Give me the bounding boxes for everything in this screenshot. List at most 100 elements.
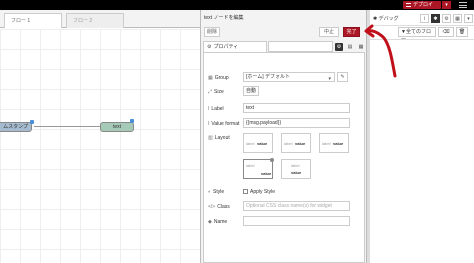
config-icon[interactable]: ⚙ <box>442 14 451 23</box>
layout-label: ▥ Layout <box>208 135 230 141</box>
output-port[interactable] <box>30 120 34 124</box>
debug-icon[interactable]: ✱ <box>431 14 440 23</box>
tab-label: フロー 2 <box>73 18 93 24</box>
size-label: ⤢ Size <box>208 89 224 95</box>
label-input[interactable]: text <box>243 103 350 113</box>
filter-icon: ⌫ <box>442 29 450 35</box>
delete-button[interactable]: 削除 <box>204 27 220 37</box>
hamburger-icon[interactable] <box>459 2 467 8</box>
edit-group-button[interactable]: ✎ <box>337 72 348 82</box>
description-icon[interactable]: ▤ <box>346 43 354 51</box>
gear-icon: ⚙ <box>207 44 212 50</box>
deploy-label: デプロイ <box>413 2 434 8</box>
debug-sidebar: ✱ デバッグ i ✱ ⚙ ▦ ▾ ▼全てのフロー ⌫ 🗑 <box>370 10 474 263</box>
divider <box>370 39 474 40</box>
chevron-down-icon: ▾ <box>328 76 331 82</box>
properties-form: ▦ Group [ホーム] デフォルト ▾ ✎ ⤢ Size 自動 I Label t… <box>203 52 365 263</box>
tag-icon: ◆ <box>208 219 212 225</box>
selected-indicator <box>270 158 274 162</box>
style-label: ◐ Style <box>208 189 224 195</box>
workspace-tabbar: フロー 1 フロー 2 <box>0 10 200 28</box>
class-label: </> Class <box>208 204 230 210</box>
deploy-icon <box>406 3 411 7</box>
label-text: Group <box>214 75 229 81</box>
deploy-button[interactable]: デプロイ <box>403 1 441 9</box>
inject-node[interactable]: ムスタンプ <box>0 122 32 132</box>
group-value: [ホーム] デフォルト <box>246 74 291 80</box>
layout-option-value: value <box>295 141 306 146</box>
layout-option-label: label <box>291 163 300 168</box>
tab-properties[interactable]: ⚙ プロパティ <box>203 41 267 52</box>
label-text: Value format <box>211 121 240 127</box>
tab-flow-1[interactable]: フロー 1 <box>4 13 62 28</box>
tab-strip-spacer <box>268 41 333 52</box>
editor-title: text ノードを編集 <box>204 15 244 21</box>
tab-flow-2[interactable]: フロー 2 <box>66 13 124 28</box>
palette-icon: ◐ <box>208 189 212 195</box>
layout-option-row-spread[interactable]: label value <box>243 158 274 179</box>
layout-option-value: value <box>257 141 268 146</box>
tab-label: フロー 1 <box>11 18 31 24</box>
label-text: Label <box>211 106 224 112</box>
deploy-menu-button[interactable]: ▾ <box>442 1 451 9</box>
layout-option-row-right[interactable]: label value <box>319 133 349 153</box>
sidebar-title: デバッグ <box>378 16 399 22</box>
value-format-label: I Value format <box>208 121 239 127</box>
layout-option-row-left[interactable]: label value <box>243 133 273 153</box>
clear-debug-button[interactable]: 🗑 <box>456 27 468 37</box>
edit-tray: text ノードを編集 削除 中止 完了 ⚙ プロパティ ⚙ ▤ ▦ ▦ Group… <box>200 10 366 263</box>
layout-option-value: value <box>333 141 344 146</box>
table-icon: ▦ <box>208 75 213 81</box>
resize-icon: ⤢ <box>208 89 213 95</box>
dashboard-icon[interactable]: ▦ <box>453 14 462 23</box>
i-cursor-icon: I <box>208 121 210 127</box>
pencil-icon: ✎ <box>340 74 345 80</box>
layout-option-row-center[interactable]: label value <box>281 133 311 153</box>
layout-option-value: value <box>291 170 302 175</box>
filter-select[interactable]: ▼全てのフロー <box>398 27 436 43</box>
name-label: ◆ Name <box>208 219 227 225</box>
wire[interactable] <box>34 126 100 127</box>
label-text: Size <box>214 89 224 95</box>
text-node[interactable]: text <box>100 122 134 132</box>
header-bar: デプロイ ▾ <box>0 0 474 10</box>
trash-icon: 🗑 <box>458 29 466 35</box>
info-icon[interactable]: i <box>420 14 429 23</box>
layout-icon: ▥ <box>208 135 213 141</box>
label-label: I Label <box>208 106 224 112</box>
code-icon: </> <box>208 204 216 210</box>
layout-option-column[interactable]: label value <box>281 159 311 179</box>
done-button[interactable]: 完了 <box>343 27 360 37</box>
layout-option-label: label <box>284 141 293 146</box>
flow-canvas[interactable]: ムスタンプ text <box>0 29 200 263</box>
value-format-input[interactable]: {{msg.payload}} <box>243 118 350 128</box>
layout-option-value: value <box>261 171 272 176</box>
layout-option-label: label <box>246 141 255 146</box>
apply-style-checkbox[interactable] <box>243 189 248 194</box>
class-input[interactable]: Optional CSS class name(s) for widget <box>243 201 350 211</box>
node-label: text <box>112 124 122 130</box>
cancel-button[interactable]: 中止 <box>319 27 339 37</box>
appearance-icon[interactable]: ▦ <box>357 43 365 51</box>
label-text: Style <box>213 189 225 195</box>
i-cursor-icon: I <box>208 106 210 112</box>
chevron-down-icon[interactable]: ▾ <box>464 14 473 23</box>
status-port <box>130 119 134 123</box>
label-text: Class <box>217 204 230 210</box>
apply-style-label: Apply Style <box>250 189 276 195</box>
name-input[interactable] <box>243 216 350 226</box>
bug-icon: ✱ <box>373 16 378 22</box>
caret-down-icon: ▾ <box>445 2 448 8</box>
settings-icon[interactable]: ⚙ <box>335 43 343 51</box>
label-text: Layout <box>214 135 230 141</box>
clear-filter-button[interactable]: ⌫ <box>438 27 454 37</box>
size-button[interactable]: 自動 <box>243 86 259 96</box>
layout-option-label: label <box>246 163 255 168</box>
group-label: ▦ Group <box>208 75 229 81</box>
layout-option-label: label <box>322 141 331 146</box>
label-text: Name <box>213 219 228 225</box>
filter-label: 全てのフロー <box>401 29 431 43</box>
node-label: ムスタンプ <box>3 124 28 130</box>
tab-label: プロパティ <box>213 44 239 50</box>
group-select[interactable]: [ホーム] デフォルト ▾ <box>243 72 335 82</box>
